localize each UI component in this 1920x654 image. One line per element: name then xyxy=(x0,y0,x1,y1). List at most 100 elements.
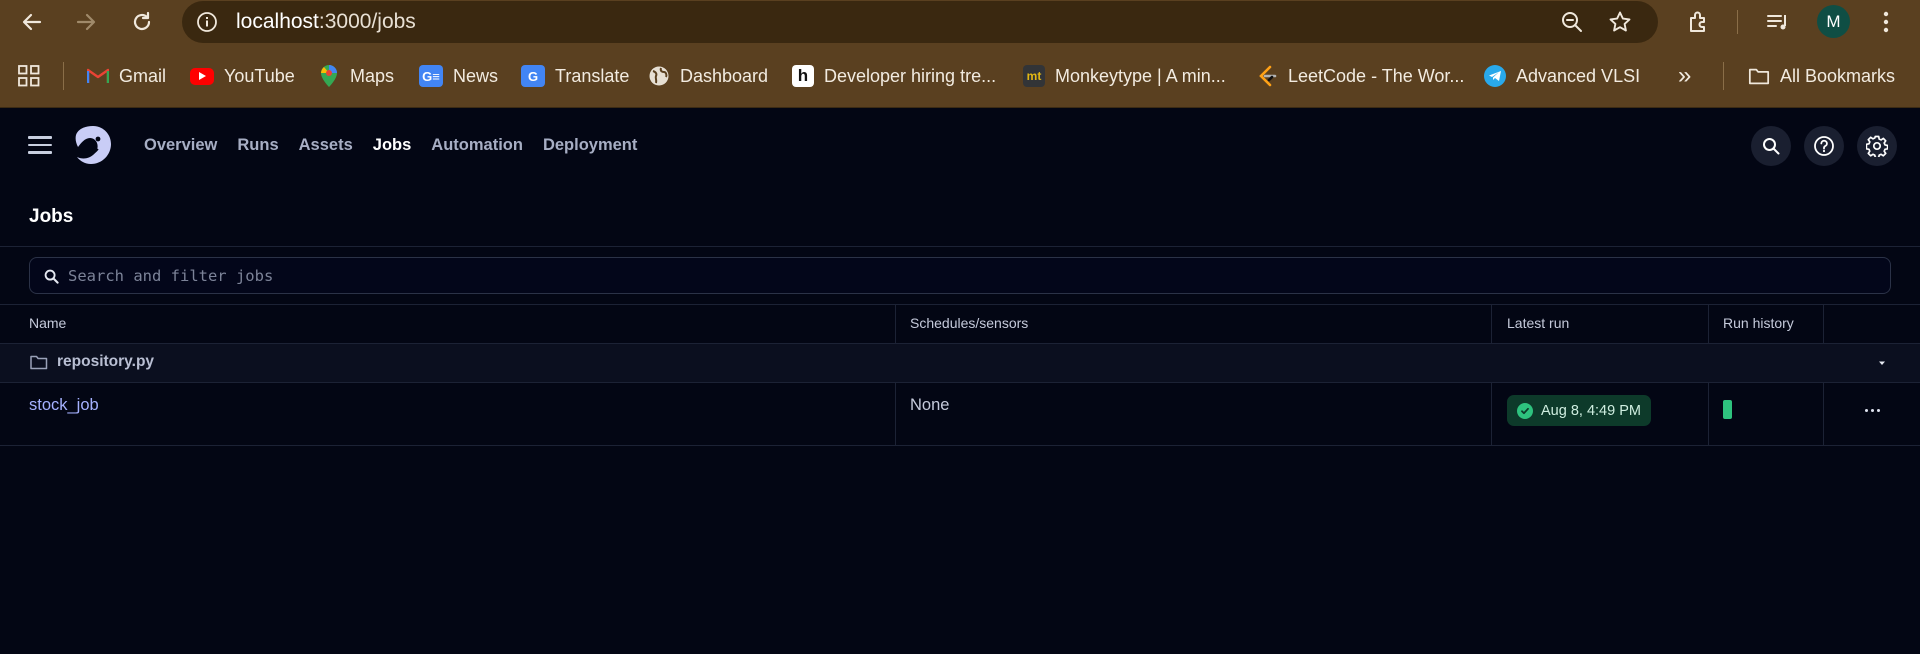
logo-icon xyxy=(75,126,111,164)
bookmark-translate[interactable]: G Translate xyxy=(521,62,629,90)
youtube-icon xyxy=(190,67,214,85)
divider xyxy=(0,246,1920,247)
bookmark-label: Developer hiring tre... xyxy=(824,65,997,86)
bookmark-label: Monkeytype | A min... xyxy=(1055,65,1226,86)
hackerrank-icon: h xyxy=(792,65,814,87)
divider xyxy=(0,382,1920,383)
help-icon xyxy=(1814,136,1834,156)
translate-icon: G xyxy=(521,65,545,87)
run-history-bar[interactable] xyxy=(1723,400,1732,419)
repository-name: repository.py xyxy=(57,353,155,370)
news-icon: G≡ xyxy=(419,65,443,87)
help-button[interactable] xyxy=(1804,126,1844,166)
search-button[interactable] xyxy=(1751,126,1791,166)
menu-icon[interactable] xyxy=(28,136,52,156)
all-bookmarks-button[interactable]: All Bookmarks xyxy=(1748,62,1895,90)
globe-icon xyxy=(648,65,670,87)
all-bookmarks-label: All Bookmarks xyxy=(1780,65,1896,86)
job-name-link[interactable]: stock_job xyxy=(29,396,99,415)
bookmark-leetcode[interactable]: LeetCode - The Wor... xyxy=(1256,62,1464,90)
telegram-icon xyxy=(1484,65,1506,87)
repository-group-row[interactable]: repository.py xyxy=(0,344,1920,382)
browser-toolbar: localhost:3000/jobs M xyxy=(0,0,1920,44)
job-search-field[interactable] xyxy=(29,257,1891,294)
reload-button[interactable] xyxy=(124,4,160,40)
monkeytype-icon: mt xyxy=(1023,65,1045,87)
extensions-icon[interactable] xyxy=(1683,6,1715,38)
bookmark-news[interactable]: G≡ News xyxy=(419,62,498,90)
more-actions-button[interactable] xyxy=(1860,398,1884,422)
url-host: localhost xyxy=(236,10,319,33)
bookmarks-divider xyxy=(63,62,64,90)
app-header: Overview Runs Assets Jobs Automation Dep… xyxy=(0,108,1920,184)
group-row-mask xyxy=(1708,344,1709,382)
bookmark-monkeytype[interactable]: mt Monkeytype | A min... xyxy=(1023,62,1226,90)
dot xyxy=(1876,408,1880,412)
bookmark-label: Maps xyxy=(350,65,395,86)
search-icon xyxy=(1763,138,1780,155)
profile-avatar[interactable]: M xyxy=(1817,5,1850,38)
column-header-run-history: Run history xyxy=(1723,315,1794,331)
nav-overview[interactable]: Overview xyxy=(144,136,217,155)
nav-runs[interactable]: Runs xyxy=(237,136,278,155)
job-search-input[interactable] xyxy=(68,264,1848,288)
gmail-icon xyxy=(87,65,109,87)
bookmark-label: Dashboard xyxy=(680,65,769,86)
address-bar[interactable]: localhost:3000/jobs xyxy=(182,1,1658,43)
bookmark-advanced-vlsi[interactable]: Advanced VLSI xyxy=(1484,62,1640,90)
toolbar-divider xyxy=(1737,10,1738,34)
bookmarks-divider xyxy=(1723,62,1724,90)
nav-deployment[interactable]: Deployment xyxy=(543,136,637,155)
nav-assets[interactable]: Assets xyxy=(299,136,353,155)
column-header-name: Name xyxy=(29,315,67,331)
nav-automation[interactable]: Automation xyxy=(431,136,523,155)
url-text[interactable]: localhost:3000/jobs xyxy=(236,10,416,34)
bookmark-developer-hiring[interactable]: h Developer hiring tre... xyxy=(792,62,996,90)
bookmark-label: Translate xyxy=(555,65,630,86)
gear-icon xyxy=(1866,135,1888,157)
back-button[interactable] xyxy=(14,4,50,40)
column-header-latest-run: Latest run xyxy=(1507,315,1570,331)
job-schedules: None xyxy=(910,396,950,414)
group-row-mask xyxy=(895,344,896,382)
leetcode-icon xyxy=(1256,65,1278,87)
search-icon xyxy=(44,269,59,284)
folder-icon xyxy=(1748,65,1770,87)
apps-button[interactable] xyxy=(17,62,41,90)
bookmarks-bar: Gmail YouTube Maps G≡ News G Translate D… xyxy=(0,44,1920,108)
arrow-left-icon xyxy=(22,13,42,31)
chevron-down-icon[interactable] xyxy=(1875,358,1889,368)
top-nav: Overview Runs Assets Jobs Automation Dep… xyxy=(144,136,637,155)
bookmark-label: YouTube xyxy=(224,65,295,86)
group-row-mask xyxy=(1491,344,1492,382)
check-circle-icon xyxy=(1517,402,1533,419)
settings-button[interactable] xyxy=(1857,126,1897,166)
folder-icon xyxy=(30,355,48,370)
browser-menu-icon[interactable] xyxy=(1870,6,1902,38)
divider xyxy=(0,304,1920,305)
bookmarks-overflow-button[interactable]: » xyxy=(1678,62,1691,90)
bookmark-star-icon[interactable] xyxy=(1606,8,1634,36)
zoom-icon[interactable] xyxy=(1558,8,1586,36)
nav-jobs[interactable]: Jobs xyxy=(373,136,412,155)
divider xyxy=(0,445,1920,446)
reload-icon xyxy=(133,11,151,31)
column-header-schedules: Schedules/sensors xyxy=(910,315,1029,331)
arrow-right-icon xyxy=(76,13,96,31)
latest-run-time: Aug 8, 4:49 PM xyxy=(1541,402,1641,419)
bookmark-youtube[interactable]: YouTube xyxy=(190,62,295,90)
bookmark-gmail[interactable]: Gmail xyxy=(87,62,166,90)
bookmark-label: Advanced VLSI xyxy=(1516,65,1641,86)
apps-grid-icon xyxy=(18,65,40,87)
dot xyxy=(1864,408,1868,412)
media-queue-icon[interactable] xyxy=(1762,6,1794,38)
bookmark-label: News xyxy=(453,65,499,86)
site-info-icon[interactable] xyxy=(194,9,220,35)
forward-button[interactable] xyxy=(68,4,104,40)
latest-run-badge[interactable]: Aug 8, 4:49 PM xyxy=(1507,395,1651,426)
bookmark-dashboard[interactable]: Dashboard xyxy=(648,62,768,90)
bookmark-label: LeetCode - The Wor... xyxy=(1288,65,1465,86)
dagster-logo[interactable] xyxy=(70,122,116,168)
page-title: Jobs xyxy=(29,206,74,227)
bookmark-maps[interactable]: Maps xyxy=(318,62,394,90)
